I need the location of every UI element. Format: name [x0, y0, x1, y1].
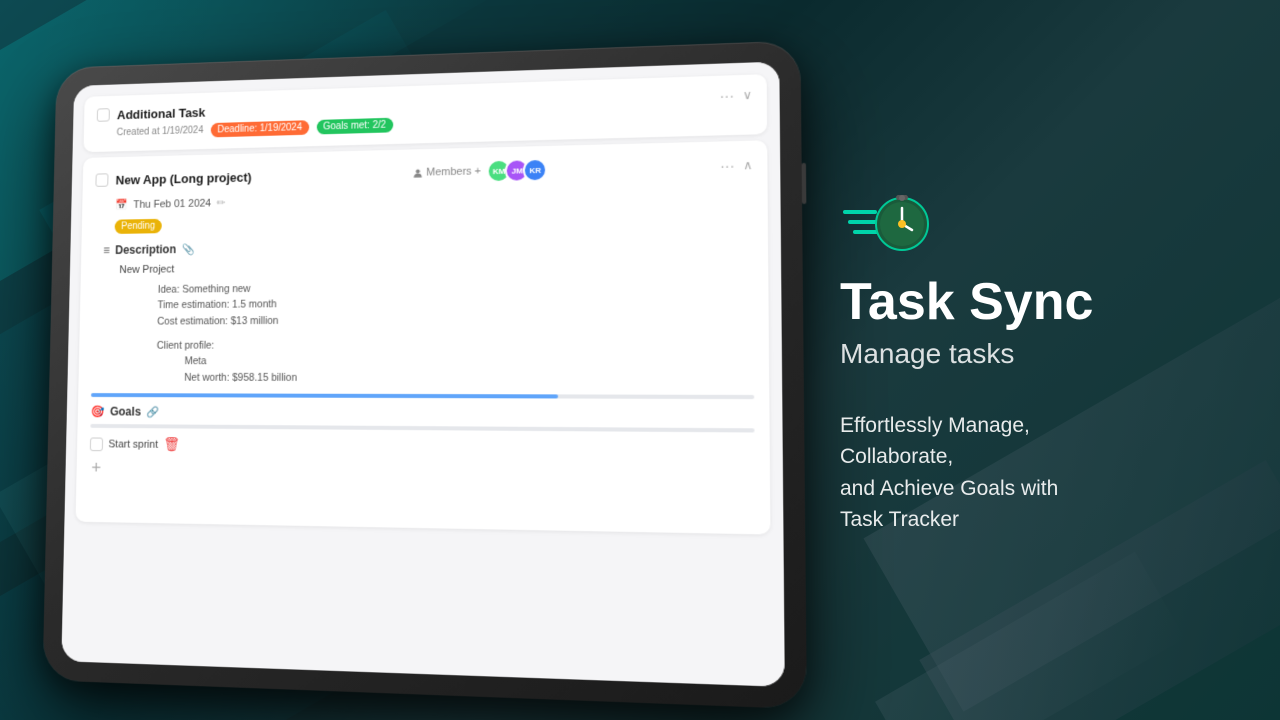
tagline-line2: Collaborate,: [840, 445, 953, 468]
task2-chevron[interactable]: ∧: [743, 158, 752, 172]
desc-cost: Cost estimation: $13 million: [157, 310, 754, 330]
description-label: Description: [115, 243, 176, 257]
tablet-frame: Additional Task ··· ∨ Created at 1/19/20…: [42, 40, 806, 709]
app-name: Task Sync: [840, 274, 1210, 331]
description-icon: ≡: [103, 244, 110, 257]
delete-goal-icon[interactable]: 🗑: [163, 437, 180, 454]
app-logo: [840, 184, 1210, 254]
goals-section: 🎯 Goals 🔗 Start sprint 🗑 +: [89, 405, 755, 487]
goal-text: Start sprint: [108, 439, 158, 451]
task1-title: Additional Task: [117, 105, 206, 122]
client-name: Meta: [184, 352, 754, 369]
task2-menu[interactable]: ···: [720, 157, 735, 174]
task1-created: Created at 1/19/2024: [117, 125, 204, 138]
app-subtitle: Manage tasks: [840, 338, 1210, 370]
tagline-line3: and Achieve Goals with: [840, 477, 1058, 500]
goals-edit-icon[interactable]: 🔗: [146, 406, 159, 419]
calendar-icon: 📅: [115, 199, 128, 212]
members-label: Members +: [412, 165, 481, 178]
progress-fill: [91, 394, 558, 399]
task2-date: Thu Feb 01 2024: [133, 197, 211, 210]
task2-checkbox[interactable]: [95, 173, 108, 187]
description-edit-icon[interactable]: 📎: [182, 243, 195, 256]
tagline-line1: Effortlessly Manage,: [840, 414, 1030, 437]
task1-deadline: Deadline: 1/19/2024: [211, 120, 309, 137]
client-profile-label: Client profile:: [157, 340, 215, 352]
goals-progress-bar: [90, 424, 754, 433]
logo-icon: [840, 184, 930, 254]
goals-icon: 🎯: [91, 405, 105, 419]
task-card-newapp: New App (Long project) Members + KM JM K…: [75, 140, 770, 534]
screen-content: Additional Task ··· ∨ Created at 1/19/20…: [61, 62, 784, 687]
goal-checkbox[interactable]: [90, 437, 103, 451]
task1-goals-met: Goals met: 2/2: [316, 118, 393, 135]
task1-checkbox[interactable]: [97, 108, 110, 122]
task1-menu[interactable]: ···: [719, 87, 734, 104]
description-text: New Project: [119, 254, 753, 278]
progress-bar: [91, 394, 754, 400]
avatar-kr: KR: [523, 158, 547, 182]
right-panel: Task Sync Manage tasks Effortlessly Mana…: [780, 0, 1280, 720]
task1-chevron[interactable]: ∨: [743, 88, 752, 102]
client-networth: Net worth: $958.15 billion: [184, 370, 754, 387]
date-edit-icon[interactable]: ✏: [217, 196, 226, 209]
members-avatars: KM JM KR: [487, 158, 547, 183]
task-card-additional: Additional Task ··· ∨ Created at 1/19/20…: [83, 74, 767, 152]
add-goal-button[interactable]: +: [91, 458, 755, 487]
task2-status: Pending: [115, 219, 162, 234]
goals-label: Goals: [110, 405, 141, 419]
task2-title: New App (Long project): [116, 169, 252, 186]
app-description: Effortlessly Manage, Collaborate, and Ac…: [840, 410, 1210, 536]
tagline-line4: Task Tracker: [840, 508, 959, 531]
goal-item-sprint: Start sprint 🗑: [90, 436, 755, 459]
tablet-screen: Additional Task ··· ∨ Created at 1/19/20…: [61, 62, 784, 687]
tablet: Additional Task ··· ∨ Created at 1/19/20…: [30, 50, 790, 690]
